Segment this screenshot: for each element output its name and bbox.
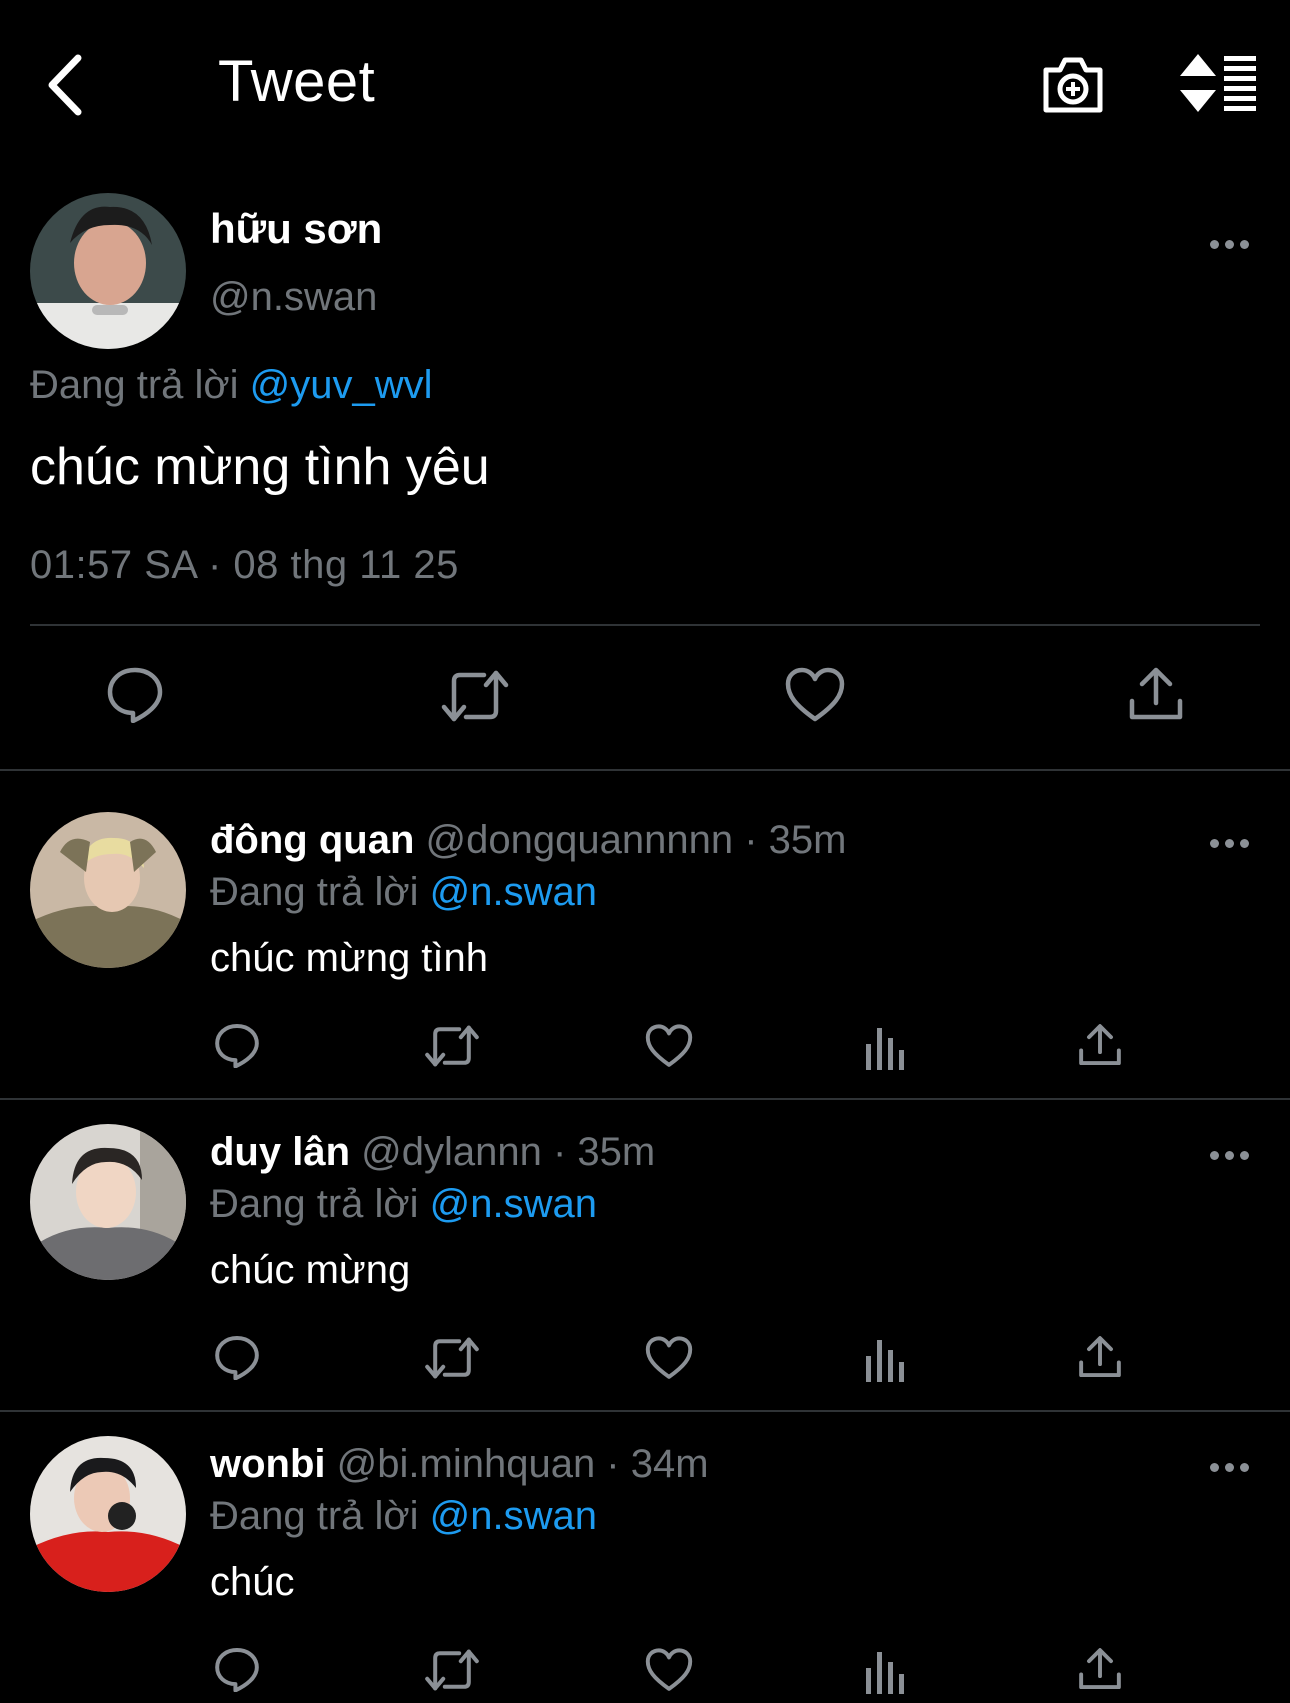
camera-plus-icon xyxy=(1043,57,1103,113)
divider xyxy=(0,1098,1290,1100)
author-handle-time: @dongquannnnn · 35m xyxy=(425,818,847,862)
like-icon xyxy=(645,1336,693,1379)
sort-list-icon xyxy=(1180,54,1256,112)
more-options-button[interactable] xyxy=(1210,1460,1250,1474)
tweet-timestamp: 01:57 SA · 08 thg 11 25 xyxy=(30,543,459,587)
author-name[interactable]: hữu sơn xyxy=(210,205,382,253)
reply-text: chúc mừng tình xyxy=(210,936,489,980)
share-icon xyxy=(1079,1336,1121,1378)
reply-actions xyxy=(0,1334,1290,1394)
main-tweet: hữu sơn @n.swan Đang trả lời @yuv_wvl ch… xyxy=(0,185,1290,770)
retweet-icon xyxy=(425,1025,479,1067)
mention-link[interactable]: @n.swan xyxy=(430,1494,597,1538)
share-button[interactable] xyxy=(1078,1646,1122,1697)
replying-to: Đang trả lời @yuv_wvl xyxy=(30,363,433,408)
retweet-button[interactable] xyxy=(424,1336,480,1385)
reply-text: chúc mừng xyxy=(210,1248,411,1292)
reply-tweet[interactable]: wonbi @bi.minhquan · 34m Đang trả lời @n… xyxy=(0,1436,1290,1703)
reply-icon xyxy=(215,1647,259,1693)
mention-link[interactable]: @n.swan xyxy=(430,1182,597,1226)
replying-to: Đang trả lời @n.swan xyxy=(210,1494,597,1539)
replying-to-label: Đang trả lời xyxy=(30,363,239,407)
page-title: Tweet xyxy=(218,49,376,114)
reply-button[interactable] xyxy=(214,1334,260,1385)
avatar[interactable] xyxy=(30,1436,186,1592)
reply-icon xyxy=(107,667,163,724)
like-button[interactable] xyxy=(785,667,845,728)
share-button[interactable] xyxy=(1078,1334,1122,1385)
share-icon xyxy=(1079,1648,1121,1690)
author-handle-time: @bi.minhquan · 34m xyxy=(336,1442,709,1486)
reply-button[interactable] xyxy=(214,1022,260,1073)
retweet-button[interactable] xyxy=(440,669,510,728)
reply-button[interactable] xyxy=(106,665,164,728)
like-button[interactable] xyxy=(645,1648,693,1697)
author-handle-time: @dylannn · 35m xyxy=(361,1130,656,1174)
more-options-button[interactable] xyxy=(1210,237,1250,251)
like-button[interactable] xyxy=(645,1024,693,1073)
views-button[interactable] xyxy=(865,1650,905,1699)
author-name[interactable]: đông quan xyxy=(210,818,414,862)
reply-tweet[interactable]: đông quan @dongquannnnn · 35m Đang trả l… xyxy=(0,812,1290,1122)
share-icon xyxy=(1129,667,1183,720)
author-name[interactable]: wonbi xyxy=(210,1442,326,1486)
top-bar: Tweet xyxy=(0,0,1290,170)
retweet-button[interactable] xyxy=(424,1648,480,1697)
reply-icon xyxy=(215,1335,259,1381)
author-name[interactable]: duy lân xyxy=(210,1130,350,1174)
share-button[interactable] xyxy=(1078,1022,1122,1073)
avatar-image xyxy=(30,812,186,968)
like-icon xyxy=(645,1024,693,1067)
bar-chart-icon xyxy=(866,1028,904,1070)
reply-tweet[interactable]: duy lân @dylannn · 35m Đang trả lời @n.s… xyxy=(0,1124,1290,1434)
avatar-image xyxy=(30,1436,186,1592)
sort-replies-button[interactable] xyxy=(1180,52,1258,114)
divider xyxy=(0,769,1290,771)
like-icon xyxy=(785,667,845,722)
avatar-image xyxy=(30,1124,186,1280)
replying-to-label: Đang trả lời xyxy=(210,1182,419,1226)
reply-actions xyxy=(0,1022,1290,1082)
replying-to-label: Đang trả lời xyxy=(210,870,419,914)
reply-header: duy lân @dylannn · 35m xyxy=(210,1130,655,1175)
reply-header: wonbi @bi.minhquan · 34m xyxy=(210,1442,709,1487)
avatar[interactable] xyxy=(30,1124,186,1280)
replying-to: Đang trả lời @n.swan xyxy=(210,870,597,915)
tweet-text: chúc mừng tình yêu xyxy=(30,438,490,496)
mention-link[interactable]: @yuv_wvl xyxy=(250,363,433,407)
reply-header: đông quan @dongquannnnn · 35m xyxy=(210,818,846,863)
bar-chart-icon xyxy=(866,1652,904,1694)
mention-link[interactable]: @n.swan xyxy=(430,870,597,914)
back-button[interactable] xyxy=(40,50,100,120)
views-button[interactable] xyxy=(865,1338,905,1387)
retweet-button[interactable] xyxy=(424,1024,480,1073)
retweet-icon xyxy=(425,1649,479,1691)
retweet-icon xyxy=(441,670,509,722)
reply-text: chúc xyxy=(210,1560,295,1604)
bar-chart-icon xyxy=(866,1340,904,1382)
avatar[interactable] xyxy=(30,193,186,349)
chevron-left-icon xyxy=(48,54,82,116)
replying-to-label: Đang trả lời xyxy=(210,1494,419,1538)
share-icon xyxy=(1079,1024,1121,1066)
avatar[interactable] xyxy=(30,812,186,968)
avatar-image xyxy=(30,193,186,349)
replying-to: Đang trả lời @n.swan xyxy=(210,1182,597,1227)
reply-actions xyxy=(0,1646,1290,1703)
author-handle[interactable]: @n.swan xyxy=(210,275,377,320)
reply-button[interactable] xyxy=(214,1646,260,1697)
more-options-button[interactable] xyxy=(1210,836,1250,850)
retweet-icon xyxy=(425,1337,479,1379)
divider xyxy=(0,1410,1290,1412)
reply-icon xyxy=(215,1023,259,1069)
like-icon xyxy=(645,1648,693,1691)
like-button[interactable] xyxy=(645,1336,693,1385)
share-button[interactable] xyxy=(1128,665,1184,728)
camera-button[interactable] xyxy=(1040,52,1106,116)
more-options-button[interactable] xyxy=(1210,1148,1250,1162)
divider xyxy=(30,624,1260,626)
views-button[interactable] xyxy=(865,1026,905,1075)
tweet-actions xyxy=(0,665,1290,745)
